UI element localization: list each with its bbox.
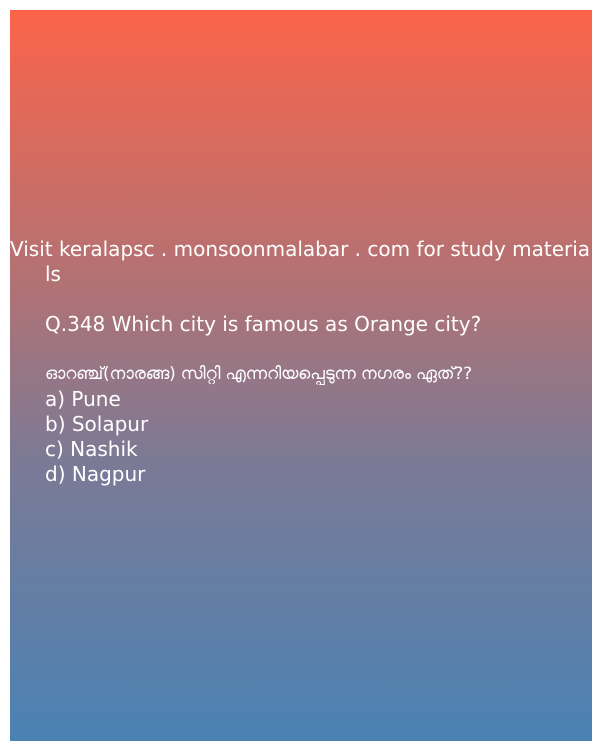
question-english: Q.348 Which city is famous as Orange cit… [45, 312, 482, 336]
option-b: b) Solapur [45, 412, 149, 436]
promo-line-2: ls [45, 262, 61, 286]
question-malayalam: ഓറഞ്ച്(നാരങ്ങ) സിറ്റി എന്നറിയപ്പെടുന്ന ന… [45, 364, 472, 384]
option-a: a) Pune [45, 387, 121, 411]
option-c: c) Nashik [45, 437, 138, 461]
card-text: Visit keralapsc . monsoonmalabar . com f… [10, 237, 592, 487]
promo-line-1: Visit keralapsc . monsoonmalabar . com f… [10, 237, 591, 261]
option-d: d) Nagpur [45, 462, 146, 486]
question-card: Visit keralapsc . monsoonmalabar . com f… [10, 10, 592, 741]
